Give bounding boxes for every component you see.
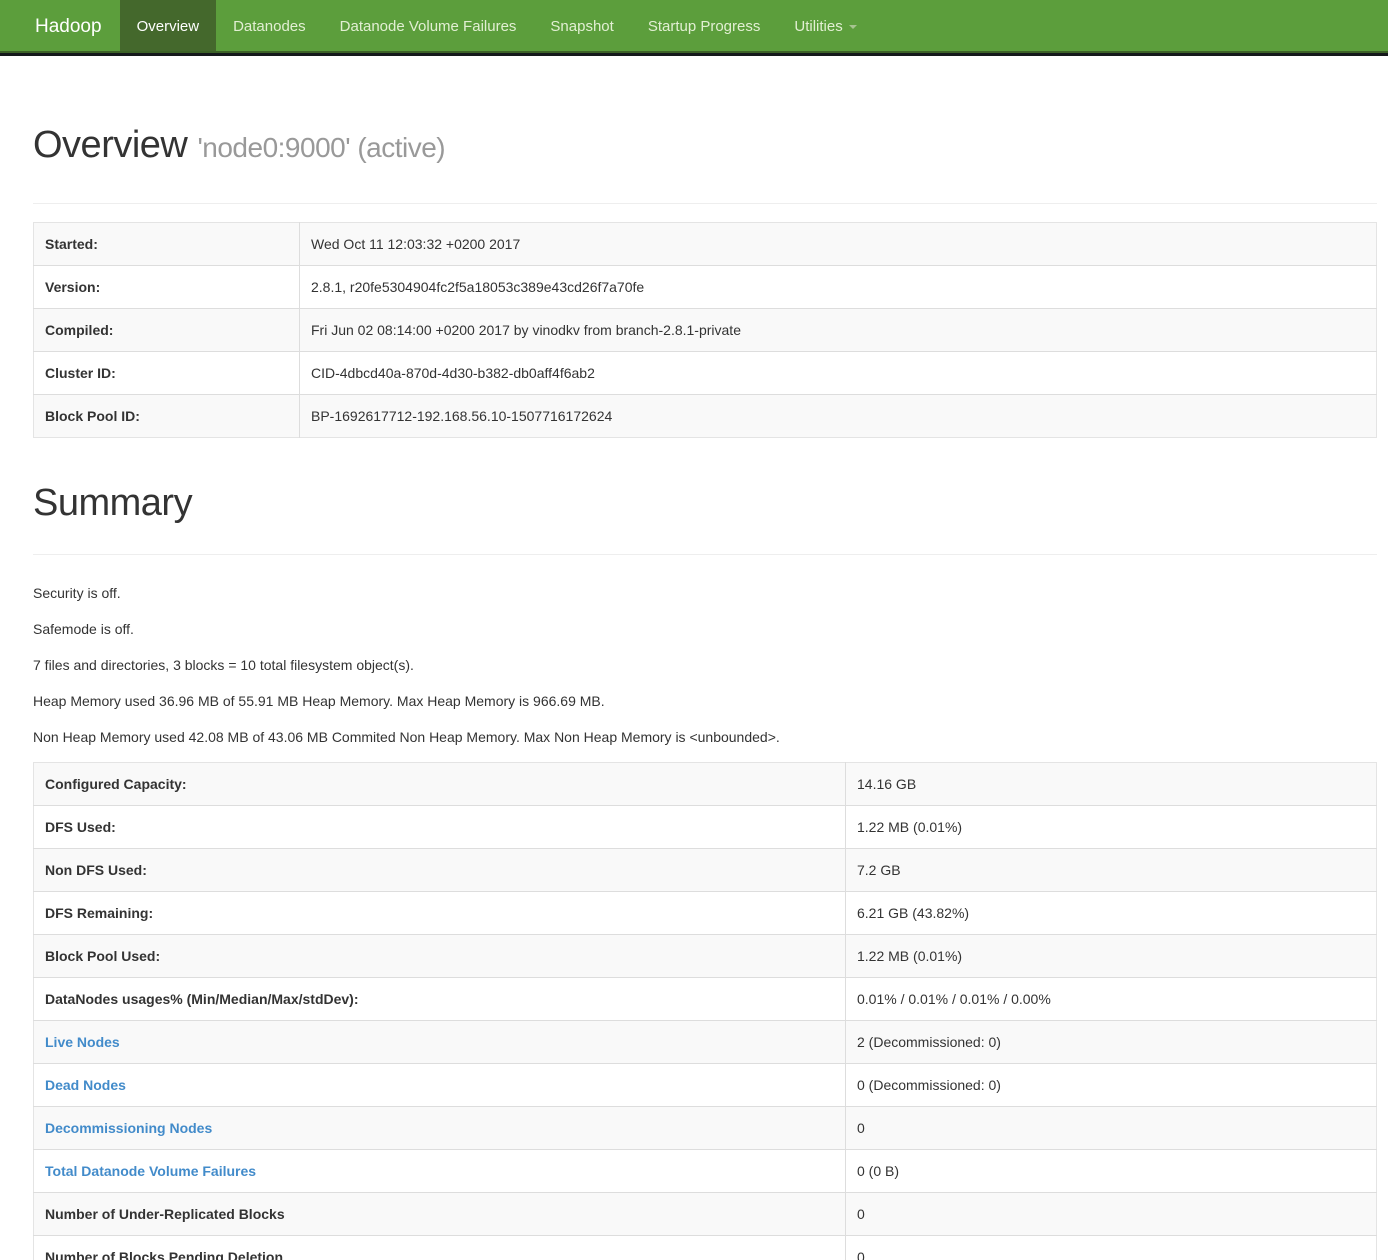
info-value-compiled: Fri Jun 02 08:14:00 +0200 2017 by vinodk…: [300, 309, 1377, 352]
summary-paragraphs: Security is off. Safemode is off. 7 file…: [33, 583, 1377, 747]
safemode-status-text: Safemode is off.: [33, 619, 1377, 639]
table-row: DFS Used: 1.22 MB (0.01%): [34, 806, 1377, 849]
page-subtitle: 'node0:9000' (active): [197, 132, 445, 163]
value-volume-failures: 0 (0 B): [846, 1150, 1377, 1193]
live-nodes-link[interactable]: Live Nodes: [45, 1034, 120, 1050]
value-block-pool-used: 1.22 MB (0.01%): [846, 935, 1377, 978]
info-label-block-pool-id: Block Pool ID:: [34, 395, 300, 438]
info-label-started: Started:: [34, 223, 300, 266]
info-label-version: Version:: [34, 266, 300, 309]
table-row: Compiled: Fri Jun 02 08:14:00 +0200 2017…: [34, 309, 1377, 352]
info-value-started: Wed Oct 11 12:03:32 +0200 2017: [300, 223, 1377, 266]
summary-header: Summary: [33, 482, 1377, 555]
table-row: Cluster ID: CID-4dbcd40a-870d-4d30-b382-…: [34, 352, 1377, 395]
value-non-dfs-used: 7.2 GB: [846, 849, 1377, 892]
nav-tab-overview[interactable]: Overview: [120, 0, 217, 51]
label-datanodes-usages: DataNodes usages% (Min/Median/Max/stdDev…: [34, 978, 846, 1021]
decommissioning-nodes-link[interactable]: Decommissioning Nodes: [45, 1120, 212, 1136]
cluster-info-table: Started: Wed Oct 11 12:03:32 +0200 2017 …: [33, 222, 1377, 438]
table-row: DFS Remaining: 6.21 GB (43.82%): [34, 892, 1377, 935]
label-blocks-pending-deletion: Number of Blocks Pending Deletion: [34, 1236, 846, 1260]
info-value-block-pool-id: BP-1692617712-192.168.56.10-150771617262…: [300, 395, 1377, 438]
value-dfs-used: 1.22 MB (0.01%): [846, 806, 1377, 849]
main-content: Overview 'node0:9000' (active) Started: …: [33, 124, 1377, 1260]
table-row: Non DFS Used: 7.2 GB: [34, 849, 1377, 892]
top-navbar: Hadoop Overview Datanodes Datanode Volum…: [0, 0, 1388, 53]
page-title: Overview: [33, 124, 187, 166]
non-heap-memory-text: Non Heap Memory used 42.08 MB of 43.06 M…: [33, 727, 1377, 747]
nav-tab-datanodes[interactable]: Datanodes: [216, 0, 323, 51]
info-value-cluster-id: CID-4dbcd40a-870d-4d30-b382-db0aff4f6ab2: [300, 352, 1377, 395]
nav-tab-snapshot[interactable]: Snapshot: [533, 0, 630, 51]
nav-tab-startup-progress[interactable]: Startup Progress: [631, 0, 778, 51]
nav-tab-datanode-volume-failures[interactable]: Datanode Volume Failures: [323, 0, 534, 51]
table-row: Block Pool ID: BP-1692617712-192.168.56.…: [34, 395, 1377, 438]
info-label-cluster-id: Cluster ID:: [34, 352, 300, 395]
label-under-replicated-blocks: Number of Under-Replicated Blocks: [34, 1193, 846, 1236]
value-configured-capacity: 14.16 GB: [846, 763, 1377, 806]
value-datanodes-usages: 0.01% / 0.01% / 0.01% / 0.00%: [846, 978, 1377, 1021]
label-non-dfs-used: Non DFS Used:: [34, 849, 846, 892]
value-under-replicated-blocks: 0: [846, 1193, 1377, 1236]
nav-tab-utilities-label: Utilities: [794, 18, 842, 35]
summary-table: Configured Capacity: 14.16 GB DFS Used: …: [33, 762, 1377, 1260]
table-row: Total Datanode Volume Failures 0 (0 B): [34, 1150, 1377, 1193]
filesystem-objects-text: 7 files and directories, 3 blocks = 10 t…: [33, 655, 1377, 675]
table-row: Configured Capacity: 14.16 GB: [34, 763, 1377, 806]
value-dfs-remaining: 6.21 GB (43.82%): [846, 892, 1377, 935]
brand-hadoop[interactable]: Hadoop: [0, 0, 120, 51]
security-status-text: Security is off.: [33, 583, 1377, 603]
nav-tab-utilities[interactable]: Utilities: [777, 0, 873, 51]
caret-down-icon: [849, 25, 857, 29]
label-dfs-remaining: DFS Remaining:: [34, 892, 846, 935]
dead-nodes-link[interactable]: Dead Nodes: [45, 1077, 126, 1093]
navbar-items: Overview Datanodes Datanode Volume Failu…: [120, 0, 874, 51]
value-decommissioning-nodes: 0: [846, 1107, 1377, 1150]
table-row: Decommissioning Nodes 0: [34, 1107, 1377, 1150]
label-block-pool-used: Block Pool Used:: [34, 935, 846, 978]
table-row: Version: 2.8.1, r20fe5304904fc2f5a18053c…: [34, 266, 1377, 309]
table-row: Live Nodes 2 (Decommissioned: 0): [34, 1021, 1377, 1064]
info-label-compiled: Compiled:: [34, 309, 300, 352]
value-live-nodes: 2 (Decommissioned: 0): [846, 1021, 1377, 1064]
label-configured-capacity: Configured Capacity:: [34, 763, 846, 806]
navbar-bottom-divider: [0, 53, 1388, 56]
page-header: Overview 'node0:9000' (active): [33, 124, 1377, 204]
value-blocks-pending-deletion: 0: [846, 1236, 1377, 1260]
table-row: Number of Under-Replicated Blocks 0: [34, 1193, 1377, 1236]
summary-title: Summary: [33, 482, 1377, 524]
table-row: Number of Blocks Pending Deletion 0: [34, 1236, 1377, 1260]
label-dfs-used: DFS Used:: [34, 806, 846, 849]
info-value-version: 2.8.1, r20fe5304904fc2f5a18053c389e43cd2…: [300, 266, 1377, 309]
hadoop-namenode-overview-page: Hadoop Overview Datanodes Datanode Volum…: [0, 0, 1388, 1260]
table-row: Block Pool Used: 1.22 MB (0.01%): [34, 935, 1377, 978]
table-row: Started: Wed Oct 11 12:03:32 +0200 2017: [34, 223, 1377, 266]
table-row: Dead Nodes 0 (Decommissioned: 0): [34, 1064, 1377, 1107]
total-datanode-volume-failures-link[interactable]: Total Datanode Volume Failures: [45, 1163, 256, 1179]
heap-memory-text: Heap Memory used 36.96 MB of 55.91 MB He…: [33, 691, 1377, 711]
table-row: DataNodes usages% (Min/Median/Max/stdDev…: [34, 978, 1377, 1021]
value-dead-nodes: 0 (Decommissioned: 0): [846, 1064, 1377, 1107]
